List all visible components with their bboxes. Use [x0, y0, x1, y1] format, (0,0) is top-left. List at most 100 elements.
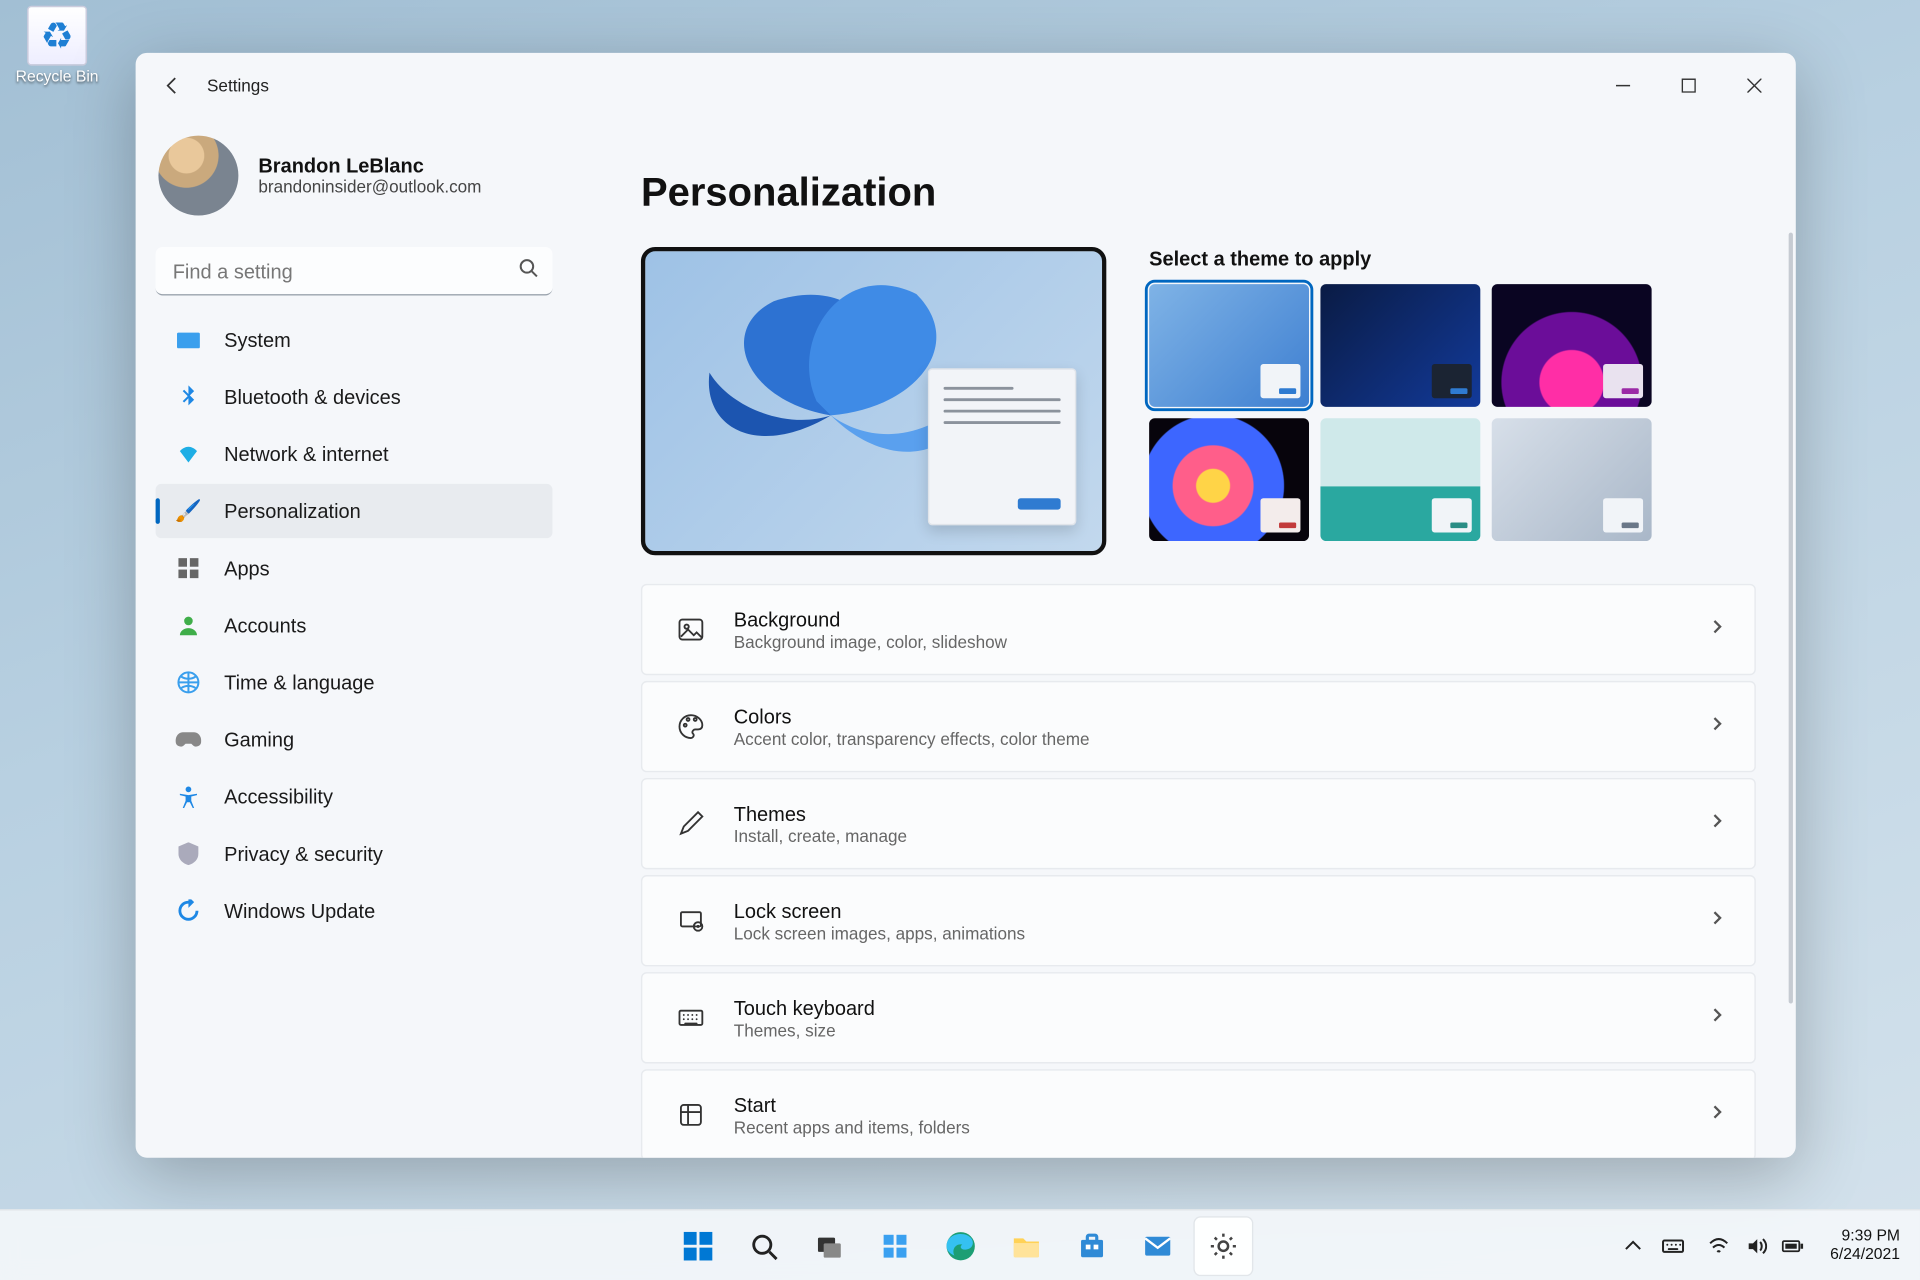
search-box — [156, 247, 553, 296]
tray-chevron-up-icon[interactable] — [1616, 1226, 1650, 1266]
nav-label: Windows Update — [224, 899, 375, 922]
nav-item-apps[interactable]: Apps — [156, 541, 553, 595]
nav-label: Gaming — [224, 728, 294, 751]
nav-item-gaming[interactable]: Gaming — [156, 712, 553, 766]
theme-option-1[interactable] — [1320, 284, 1480, 407]
setting-card-start[interactable]: StartRecent apps and items, folders — [641, 1069, 1756, 1158]
nav-icon — [176, 441, 202, 467]
card-subtitle: Background image, color, slideshow — [734, 632, 1007, 652]
nav-icon — [176, 727, 202, 753]
avatar — [158, 136, 238, 216]
keyboard-icon — [671, 1004, 711, 1033]
close-button[interactable] — [1722, 63, 1788, 109]
chevron-right-icon — [1709, 617, 1726, 643]
settings-taskbar[interactable] — [1194, 1217, 1251, 1274]
card-title: Background — [734, 607, 1007, 630]
nav-icon — [176, 898, 202, 924]
nav-label: Accounts — [224, 614, 306, 637]
nav-list: System Bluetooth & devices Network & inter… — [136, 313, 573, 938]
sidebar: Brandon LeBlanc brandoninsider@outlook.c… — [136, 118, 573, 1157]
task-view[interactable] — [800, 1217, 857, 1274]
pen-icon — [671, 809, 711, 838]
setting-card-colors[interactable]: ColorsAccent color, transparency effects… — [641, 681, 1756, 772]
time: 9:39 PM — [1830, 1227, 1900, 1246]
edge[interactable] — [931, 1217, 988, 1274]
nav-item-time-language[interactable]: Time & language — [156, 655, 553, 709]
lock-icon — [671, 906, 711, 935]
content: Personalization — [572, 118, 1795, 1157]
nav-item-privacy-security[interactable]: Privacy & security — [156, 827, 553, 881]
theme-option-4[interactable] — [1320, 418, 1480, 541]
search-input[interactable] — [156, 247, 553, 296]
titlebar: Settings — [136, 53, 1796, 119]
back-button[interactable] — [150, 63, 196, 109]
chevron-right-icon — [1709, 1005, 1726, 1031]
chevron-right-icon — [1709, 908, 1726, 934]
nav-label: Privacy & security — [224, 842, 383, 865]
settings-window: Settings Brandon LeBlanc brandoninsider@… — [136, 53, 1796, 1158]
maximize-button[interactable] — [1656, 63, 1722, 109]
chevron-right-icon — [1709, 714, 1726, 740]
widgets[interactable] — [866, 1217, 923, 1274]
date: 6/24/2021 — [1830, 1245, 1900, 1264]
themes-heading: Select a theme to apply — [1149, 247, 1756, 270]
store[interactable] — [1063, 1217, 1120, 1274]
settings-list: BackgroundBackground image, color, slide… — [641, 584, 1756, 1158]
nav-label: Accessibility — [224, 785, 333, 808]
recycle-bin-icon — [27, 6, 87, 66]
scrollbar[interactable] — [1789, 233, 1793, 1004]
file-explorer[interactable] — [997, 1217, 1054, 1274]
tray-keyboard-icon[interactable] — [1656, 1226, 1690, 1266]
nav-item-accounts[interactable]: Accounts — [156, 598, 553, 652]
nav-icon — [176, 555, 202, 581]
preview-window-thumb — [928, 368, 1076, 525]
image-icon — [671, 615, 711, 644]
recycle-bin-label: Recycle Bin — [11, 69, 102, 86]
nav-icon — [176, 327, 202, 353]
page-title: Personalization — [641, 170, 1756, 216]
clock[interactable]: 9:39 PM 6/24/2021 — [1822, 1227, 1909, 1264]
recycle-bin[interactable]: Recycle Bin — [11, 6, 102, 86]
nav-label: Time & language — [224, 671, 374, 694]
nav-item-system[interactable]: System — [156, 313, 553, 367]
minimize-button[interactable] — [1590, 63, 1656, 109]
volume-icon — [1739, 1226, 1773, 1266]
nav-icon — [176, 612, 202, 638]
mail[interactable] — [1128, 1217, 1185, 1274]
nav-item-bluetooth-devices[interactable]: Bluetooth & devices — [156, 370, 553, 424]
chevron-right-icon — [1709, 811, 1726, 837]
theme-option-0[interactable] — [1149, 284, 1309, 407]
nav-item-network-internet[interactable]: Network & internet — [156, 427, 553, 481]
theme-option-2[interactable] — [1492, 284, 1652, 407]
nav-item-personalization[interactable]: 🖌️ Personalization — [156, 484, 553, 538]
nav-label: System — [224, 328, 291, 351]
nav-label: Personalization — [224, 500, 361, 523]
nav-icon — [176, 841, 202, 867]
profile[interactable]: Brandon LeBlanc brandoninsider@outlook.c… — [156, 118, 553, 244]
theme-option-5[interactable] — [1492, 418, 1652, 541]
nav-icon — [176, 384, 202, 410]
setting-card-lock-screen[interactable]: Lock screenLock screen images, apps, ani… — [641, 875, 1756, 966]
nav-label: Bluetooth & devices — [224, 385, 401, 408]
tray-quick-settings[interactable] — [1696, 1226, 1816, 1266]
nav-icon: 🖌️ — [176, 498, 202, 524]
system-tray: 9:39 PM 6/24/2021 — [1616, 1226, 1920, 1266]
setting-card-touch-keyboard[interactable]: Touch keyboardThemes, size — [641, 972, 1756, 1063]
profile-email: brandoninsider@outlook.com — [258, 177, 481, 197]
wifi-icon — [1702, 1226, 1736, 1266]
palette-icon — [671, 712, 711, 741]
setting-card-background[interactable]: BackgroundBackground image, color, slide… — [641, 584, 1756, 675]
card-subtitle: Accent color, transparency effects, colo… — [734, 729, 1090, 749]
nav-icon — [176, 669, 202, 695]
card-subtitle: Lock screen images, apps, animations — [734, 923, 1025, 943]
card-subtitle: Recent apps and items, folders — [734, 1117, 970, 1137]
setting-card-themes[interactable]: ThemesInstall, create, manage — [641, 778, 1756, 869]
theme-option-3[interactable] — [1149, 418, 1309, 541]
chevron-right-icon — [1709, 1102, 1726, 1128]
taskbar-search[interactable] — [734, 1217, 791, 1274]
nav-item-accessibility[interactable]: Accessibility — [156, 769, 553, 823]
card-subtitle: Install, create, manage — [734, 826, 907, 846]
app-title: Settings — [207, 76, 269, 96]
start-button[interactable] — [669, 1217, 726, 1274]
nav-item-windows-update[interactable]: Windows Update — [156, 884, 553, 938]
